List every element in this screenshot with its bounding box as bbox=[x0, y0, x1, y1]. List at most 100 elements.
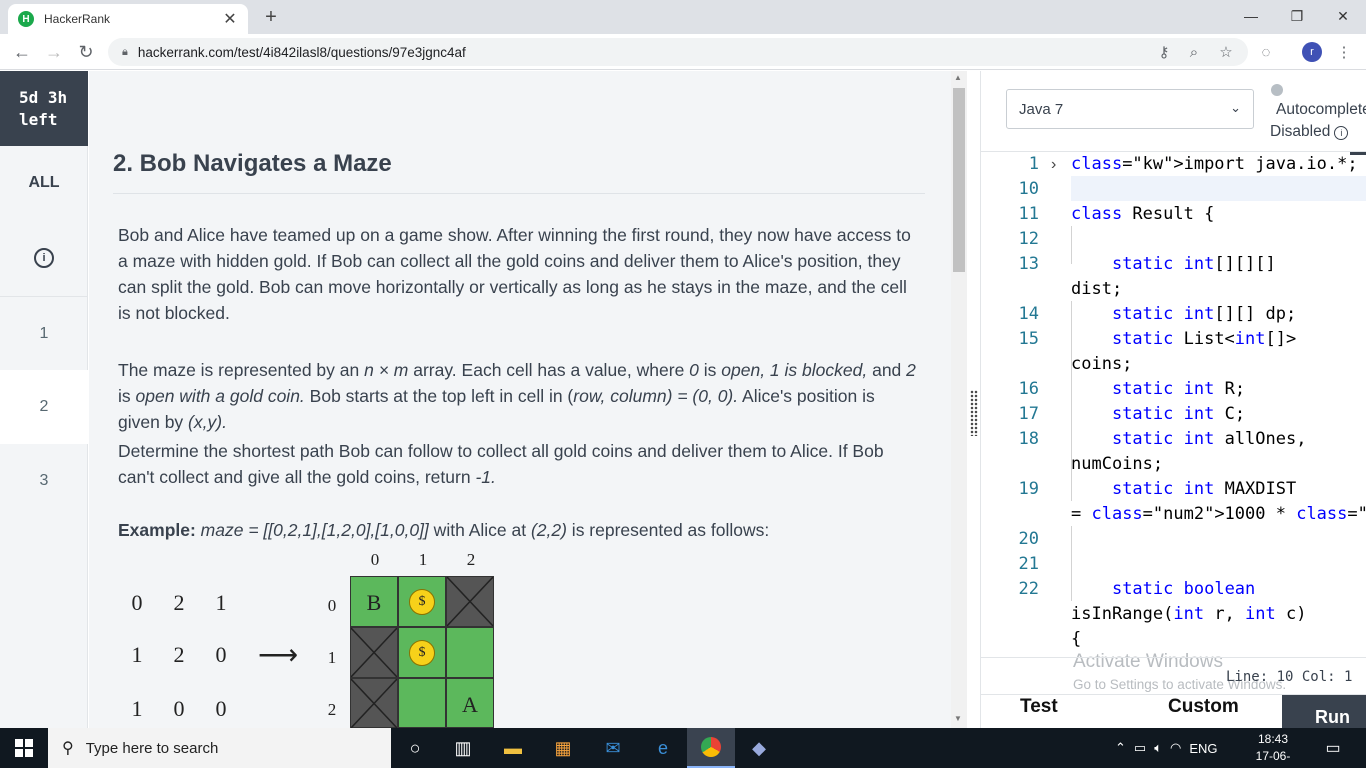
code-line: 15 static List<int[]> bbox=[981, 327, 1366, 352]
nav-question-2[interactable]: 2 bbox=[0, 370, 88, 444]
maze-cell-gold: $ bbox=[398, 627, 446, 678]
code-editor[interactable]: 1 class="kw">import java.io.*; ··· 10 11 cla… bbox=[981, 152, 1366, 657]
line-number: 13 bbox=[1018, 254, 1039, 274]
task-view-icon[interactable]: ▥ bbox=[439, 728, 487, 768]
reload-icon[interactable]: ↻ bbox=[74, 40, 98, 64]
text: row, column) = (0, 0). bbox=[573, 386, 739, 406]
scrollbar-thumb[interactable] bbox=[953, 88, 965, 272]
autocomplete-toggle[interactable] bbox=[1271, 84, 1283, 96]
matrix-cell: 0 bbox=[173, 696, 185, 721]
bookmark-star-icon[interactable]: ☆ bbox=[1214, 40, 1238, 64]
line-number: 14 bbox=[1018, 304, 1039, 324]
nav-all-questions[interactable]: ALL bbox=[0, 146, 88, 220]
app-icon[interactable]: ◆ bbox=[735, 728, 783, 768]
clock-date: 17-06-2020 bbox=[1255, 749, 1291, 780]
browser-tab[interactable]: H HackerRank ✕ bbox=[8, 4, 248, 34]
info-icon[interactable]: i bbox=[1334, 126, 1349, 140]
code-text: class Result { bbox=[1071, 204, 1215, 224]
nav-question-3[interactable]: 3 bbox=[0, 444, 88, 518]
extension-icon[interactable]: ◌ bbox=[1254, 40, 1278, 64]
nav-info[interactable]: i bbox=[0, 221, 88, 295]
col-label: 1 bbox=[418, 550, 428, 569]
notification-icon[interactable]: ▭ bbox=[1318, 728, 1348, 768]
scroll-down-icon[interactable]: ▼ bbox=[954, 714, 962, 723]
forward-arrow-icon[interactable]: → bbox=[42, 40, 66, 64]
col-label: 0 bbox=[370, 550, 380, 569]
test-results-tab[interactable]: Test bbox=[1020, 696, 1058, 718]
lock-icon: 🔒︎ bbox=[122, 45, 128, 58]
taskbar-search[interactable]: ⚲ Type here to search bbox=[48, 728, 391, 768]
maze-cell-open bbox=[446, 627, 494, 678]
back-arrow-icon[interactable]: ← bbox=[10, 40, 34, 64]
col-label: 2 bbox=[466, 550, 476, 569]
maze-cell-gold: $ bbox=[398, 576, 446, 627]
zoom-icon[interactable]: ⌕ bbox=[1182, 40, 1206, 64]
store-icon[interactable]: ▦ bbox=[539, 728, 587, 768]
code-line: 10 bbox=[981, 177, 1366, 202]
maze-cell-blocked bbox=[350, 627, 398, 678]
tab-title: HackerRank bbox=[44, 12, 111, 26]
volume-icon[interactable]: 🔈︎ bbox=[1154, 740, 1162, 756]
hackerrank-favicon-icon: H bbox=[18, 11, 34, 27]
language-indicator[interactable]: ENG bbox=[1189, 741, 1217, 756]
line-number: 18 bbox=[1018, 429, 1039, 449]
example-line: Example: maze = [[0,2,1],[1,2,0],[1,0,0]… bbox=[118, 520, 769, 541]
line-number: 10 bbox=[1018, 179, 1039, 199]
edge-icon[interactable]: e bbox=[639, 728, 687, 768]
blocked-cross-icon bbox=[350, 627, 398, 678]
code-line: 12 bbox=[981, 227, 1366, 252]
row-label: 2 bbox=[327, 700, 337, 719]
drag-handle-icon[interactable] bbox=[970, 390, 978, 436]
scroll-up-icon[interactable]: ▲ bbox=[954, 73, 962, 82]
chevron-up-icon[interactable]: ⌃ bbox=[1115, 740, 1126, 756]
chrome-icon[interactable] bbox=[687, 728, 735, 768]
key-icon[interactable]: ⚷ bbox=[1152, 40, 1176, 64]
row-label: 0 bbox=[327, 596, 337, 615]
menu-kebab-icon[interactable]: ⋮ bbox=[1332, 40, 1356, 64]
arrow-right-icon: ⟶ bbox=[258, 639, 299, 670]
taskbar-clock[interactable]: 18:43 17-06-2020 bbox=[1243, 731, 1303, 782]
matrix-cell: 2 bbox=[173, 642, 185, 667]
battery-icon[interactable]: ▭ bbox=[1134, 740, 1146, 756]
code-text: isInRange(int r, int c) bbox=[1071, 604, 1307, 624]
windows-start-icon[interactable] bbox=[0, 728, 48, 768]
text: with Alice at bbox=[428, 520, 531, 540]
code-text: class="kw">import java.io.*; ··· bbox=[1071, 154, 1366, 174]
run-code-button[interactable]: Run bbox=[1282, 695, 1366, 728]
text: array. Each cell has a value, where bbox=[408, 360, 690, 380]
text: is bbox=[118, 386, 136, 406]
autocomplete-label: Autocomplete bbox=[1276, 101, 1366, 118]
custom-input-tab[interactable]: Custom bbox=[1168, 696, 1239, 718]
mail-icon[interactable]: ✉ bbox=[589, 728, 637, 768]
new-tab-button[interactable]: + bbox=[258, 4, 284, 30]
window-close-button[interactable]: ✕ bbox=[1320, 2, 1366, 30]
profile-avatar[interactable]: r bbox=[1302, 42, 1322, 62]
matrix-cell: 2 bbox=[173, 590, 185, 615]
system-tray: ⌃ ▭ 🔈︎ ◠ ENG bbox=[1115, 728, 1218, 768]
matrix-cell: 1 bbox=[131, 642, 143, 667]
text: -1. bbox=[475, 467, 496, 487]
url-text: hackerrank.com/test/4i842ilasl8/question… bbox=[137, 44, 466, 60]
file-explorer-icon[interactable]: ▬ bbox=[489, 728, 537, 768]
nav-question-1[interactable]: 1 bbox=[0, 296, 88, 370]
cortana-icon[interactable]: ○ bbox=[391, 728, 439, 768]
code-line: coins; bbox=[981, 352, 1366, 377]
minimize-button[interactable]: — bbox=[1228, 2, 1274, 30]
text: Determine the shortest path Bob can foll… bbox=[118, 441, 884, 487]
line-number: 20 bbox=[1018, 529, 1039, 549]
maze-cell-bob: B bbox=[350, 576, 398, 627]
code-line: 17 static int C; bbox=[981, 402, 1366, 427]
code-line: { bbox=[981, 627, 1366, 652]
timer-line1: 5d 3h bbox=[19, 87, 68, 107]
text: is represented as follows: bbox=[566, 520, 770, 540]
address-bar[interactable]: 🔒︎ hackerrank.com/test/4i842ilasl8/quest… bbox=[108, 38, 1248, 66]
code-line: = class="num2">1000 * class="num2">1000; bbox=[981, 502, 1366, 527]
wifi-icon[interactable]: ◠ bbox=[1170, 740, 1181, 756]
restore-button[interactable]: ❐ bbox=[1274, 2, 1320, 30]
windows-logo-icon bbox=[15, 739, 33, 757]
language-select[interactable]: Java 7 ⌄ bbox=[1006, 89, 1254, 129]
tab-close-icon[interactable]: ✕ bbox=[222, 9, 238, 29]
code-line: 22 static boolean bbox=[981, 577, 1366, 602]
maze-cell-open bbox=[398, 678, 446, 728]
language-value: Java 7 bbox=[1019, 100, 1064, 118]
